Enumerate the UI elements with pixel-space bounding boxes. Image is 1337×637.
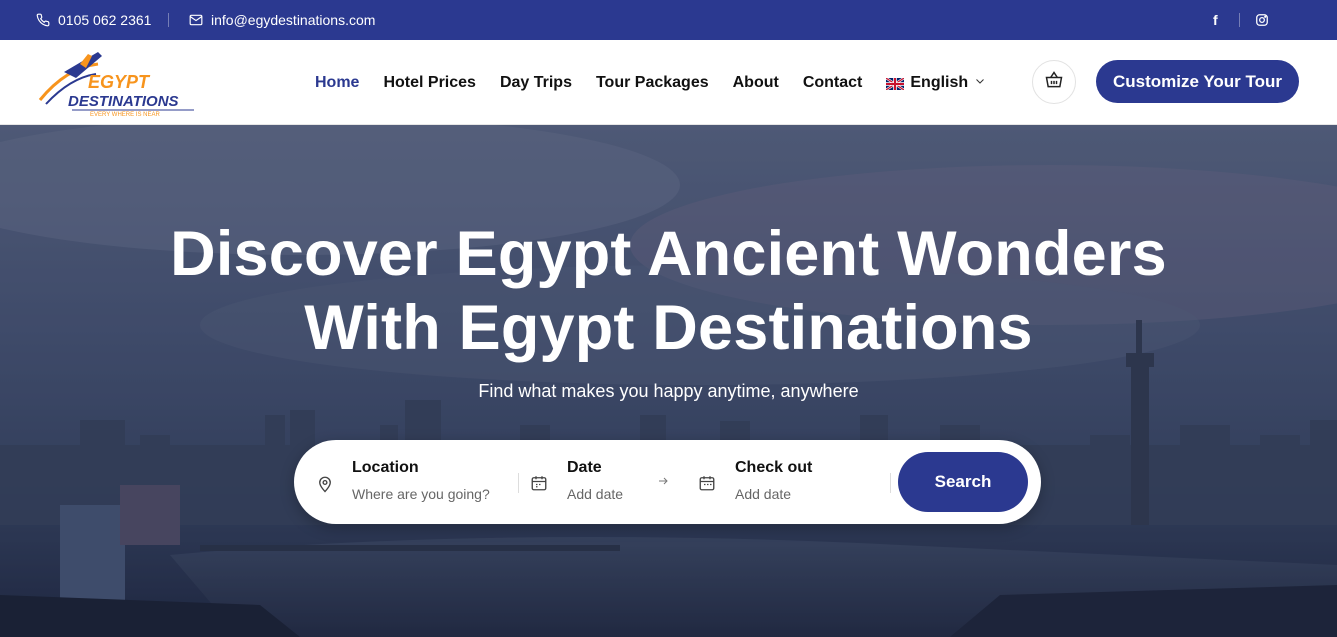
language-label: English <box>910 73 969 91</box>
search-bar: Location Where are you going? Date Add d… <box>294 440 1041 524</box>
date-field[interactable]: Date Add date <box>520 440 670 524</box>
phone-icon <box>36 13 50 27</box>
location-field[interactable]: Location Where are you going? <box>294 440 516 524</box>
top-bar: 0105 062 2361 info@egydestinations.com f <box>0 0 1337 40</box>
mail-icon <box>189 13 203 27</box>
main-nav: Home Hotel Prices Day Trips Tour Package… <box>315 40 986 125</box>
nav-item-home[interactable]: Home <box>315 74 359 92</box>
nav-item-contact[interactable]: Contact <box>803 74 863 92</box>
facebook-icon[interactable]: f <box>1213 0 1218 40</box>
site-logo[interactable]: EGYPT DESTINATIONS EVERY WHERE IS NEAR <box>36 48 216 118</box>
nav-item-about[interactable]: About <box>733 74 779 92</box>
location-input[interactable]: Where are you going? <box>352 486 490 502</box>
phone-link[interactable]: 0105 062 2361 <box>36 0 151 40</box>
email-link[interactable]: info@egydestinations.com <box>189 0 375 40</box>
language-selector[interactable]: English <box>885 73 986 92</box>
hero-title-line-1: Discover Egypt Ancient Wonders <box>170 219 1167 289</box>
email-address: info@egydestinations.com <box>211 12 376 28</box>
logo-tagline: EVERY WHERE IS NEAR <box>90 112 160 118</box>
instagram-icon[interactable] <box>1255 0 1269 40</box>
checkout-input[interactable]: Add date <box>735 486 791 502</box>
nav-item-day-trips[interactable]: Day Trips <box>500 74 572 92</box>
divider <box>890 473 891 493</box>
hero-subtitle: Find what makes you happy anytime, anywh… <box>478 381 859 401</box>
phone-number: 0105 062 2361 <box>58 12 152 28</box>
calendar-icon <box>530 474 550 494</box>
checkout-field[interactable]: Check out Add date <box>688 440 888 524</box>
search-button[interactable]: Search <box>898 452 1028 512</box>
basket-icon <box>1044 70 1064 95</box>
logo-text-destinations: DESTINATIONS <box>68 93 179 110</box>
location-label: Location <box>352 459 419 476</box>
divider <box>518 473 519 493</box>
date-label: Date <box>567 459 602 476</box>
divider <box>1239 13 1240 27</box>
date-input[interactable]: Add date <box>567 486 623 502</box>
divider <box>168 13 169 27</box>
checkout-label: Check out <box>735 459 813 476</box>
hero-section: Discover Egypt Ancient Wonders With Egyp… <box>0 125 1337 637</box>
chevron-down-icon <box>974 74 986 92</box>
logo-text-egypt: EGYPT <box>88 72 151 92</box>
customize-tour-button[interactable]: Customize Your Tour <box>1096 60 1299 103</box>
hero-title-line-2: With Egypt Destinations <box>304 293 1033 363</box>
map-pin-icon <box>316 474 336 494</box>
calendar-icon <box>698 474 718 494</box>
uk-flag-icon <box>885 76 906 91</box>
cart-button[interactable] <box>1032 60 1076 104</box>
nav-item-hotel-prices[interactable]: Hotel Prices <box>383 74 475 92</box>
hero-title: Discover Egypt Ancient Wonders With Egyp… <box>0 217 1337 365</box>
site-header: EGYPT DESTINATIONS EVERY WHERE IS NEAR H… <box>0 40 1337 125</box>
nav-item-tour-packages[interactable]: Tour Packages <box>596 74 709 92</box>
arrow-right-icon <box>657 474 669 490</box>
